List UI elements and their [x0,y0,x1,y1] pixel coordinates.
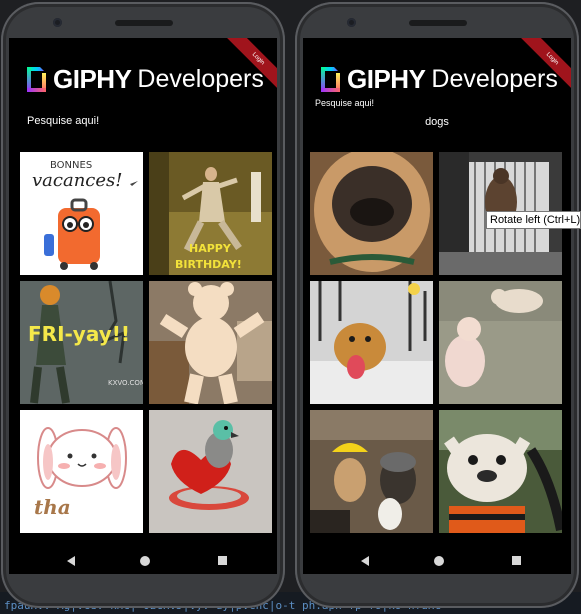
gif-tile-happy-birthday[interactable]: HAPPY BIRTHDAY! [149,152,272,275]
giphy-logo-icon [27,66,46,92]
logo-developers-text: Developers [137,64,264,93]
nav-home-icon[interactable] [140,556,150,566]
search-input-label: Pesquise aqui! [315,98,375,108]
giphy-developers-logo: GIPHY Developers [27,64,264,94]
gif-tile-puppy-and-baby[interactable] [439,281,562,404]
gif-tile-dogs-in-costumes[interactable] [310,410,433,533]
android-nav-bar-left [9,550,277,574]
logo-giphy-text: GIPHY [347,63,426,94]
gif-tile-bulldog-in-car[interactable] [439,410,562,533]
phone-emulator-left: Login GIPHY Developers Pesquise aqui! BO… [1,2,285,608]
search-input[interactable]: dogs [303,116,571,128]
tile-text-vacances: vacances! [32,170,123,191]
nav-back-icon[interactable] [67,556,75,566]
nav-recents-icon[interactable] [512,556,521,565]
earpiece-speaker [115,20,173,26]
giphy-logo-icon [321,66,340,92]
front-camera [53,18,62,27]
logo-giphy-text: GIPHY [53,63,132,94]
tile-text-tha: tha [34,495,71,519]
gif-tile-golden-in-snow[interactable] [310,281,433,404]
app-screen-left: Login GIPHY Developers Pesquise aqui! BO… [9,38,277,574]
tile-text-kxvo: KXVO.COM [108,379,143,387]
tile-text-birthday: BIRTHDAY! [175,258,242,271]
tile-text-fri-yay: FRI-yay!! [28,322,130,346]
gif-tile-dancing-bear[interactable] [149,281,272,404]
earpiece-speaker [409,20,467,26]
rotate-left-tooltip: Rotate left (Ctrl+L) [486,211,581,229]
gif-tile-fri-yay[interactable]: FRI-yay!! KXVO.COM [20,281,143,404]
app-screen-right: Login GIPHY Developers Pesquise aqui! do… [303,38,571,574]
search-input[interactable]: Pesquise aqui! [27,115,99,127]
giphy-developers-logo: GIPHY Developers [321,64,558,94]
gif-tile-parrot-heart[interactable] [149,410,272,533]
front-camera [347,18,356,27]
android-nav-bar-right [303,550,571,574]
logo-developers-text: Developers [431,64,558,93]
nav-back-icon[interactable] [361,556,369,566]
gif-tile-pug-closeup[interactable] [310,152,433,275]
tile-text-happy: HAPPY [189,242,232,255]
phone-emulator-right: Login GIPHY Developers Pesquise aqui! do… [295,2,579,608]
gif-tile-bonnes-vacances[interactable]: BONNES vacances! [20,152,143,275]
nav-home-icon[interactable] [434,556,444,566]
gif-tile-bunny-thanks[interactable]: tha [20,410,143,533]
nav-recents-icon[interactable] [218,556,227,565]
